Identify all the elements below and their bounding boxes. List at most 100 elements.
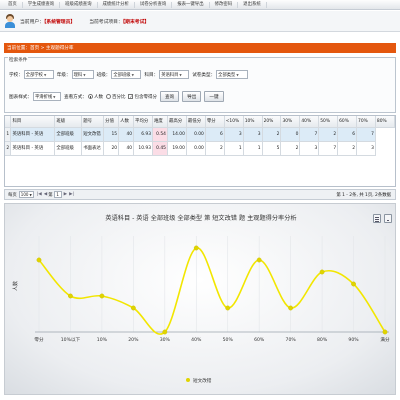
- chart-title: 英语科目 - 英语 全部班级 全部类型 第 短文改错 题 主观题得分率分析: [105, 214, 296, 222]
- include-zero-checkbox[interactable]: ✓: [128, 94, 134, 99]
- legend-marker: [186, 378, 190, 382]
- page-size-select[interactable]: 100 ▼: [18, 191, 34, 198]
- export-chart-icon[interactable]: [384, 214, 392, 223]
- column-header[interactable]: 难度: [152, 116, 168, 128]
- column-header[interactable]: 50%: [318, 116, 339, 128]
- series-line: [38, 247, 386, 335]
- x-tick-label: 50%: [223, 337, 234, 343]
- column-header[interactable]: 80%: [375, 116, 395, 128]
- school-label: 学校：: [9, 72, 23, 78]
- include-zero-label: 包含零得分: [134, 94, 157, 100]
- grade-select[interactable]: 理科 ▼: [71, 70, 94, 79]
- nav-class-scores[interactable]: 班级成绩查询: [60, 1, 98, 8]
- column-header[interactable]: 10%: [243, 116, 263, 128]
- export-button[interactable]: 导出: [182, 91, 202, 102]
- table-cell: 20: [103, 141, 120, 156]
- x-tick-label: 满分: [380, 336, 390, 343]
- table-cell: 全部班级: [54, 141, 83, 156]
- table-row[interactable]: 1 英语科目 - 英语 全部班级 短文改错 15 40 6.93 0.54 14.00 0.00 6…: [5, 127, 395, 142]
- table-cell: 3: [356, 141, 376, 156]
- nav-home[interactable]: 首页: [3, 1, 23, 8]
- table-cell: 6: [337, 127, 358, 142]
- table-cell: 0: [280, 127, 301, 142]
- column-header[interactable]: 班级: [54, 116, 83, 128]
- table-row[interactable]: 2 英语科目 - 英语 全部班级 书面表达 20 40 10.93 0.45 19.00 0.00…: [5, 141, 395, 156]
- next-page-button[interactable]: ▶: [64, 192, 67, 197]
- grade-label: 年级：: [56, 72, 71, 78]
- column-header[interactable]: 20%: [262, 116, 282, 128]
- print-chart-icon[interactable]: [373, 214, 381, 223]
- current-user: 当前用户：【系统管理员】: [20, 19, 76, 25]
- column-header[interactable]: 题号: [81, 116, 105, 128]
- x-tick-label: 40%: [191, 337, 202, 343]
- column-header[interactable]: 科目: [10, 116, 56, 128]
- column-header[interactable]: 分值: [103, 116, 120, 128]
- chevron-down-icon: ▼: [236, 72, 239, 77]
- column-header[interactable]: 最低分: [186, 116, 206, 128]
- table-cell: 6.93: [133, 127, 153, 142]
- x-tick-label: 零分: [34, 336, 44, 343]
- data-point: [225, 305, 231, 311]
- table-cell: 1: [224, 141, 244, 156]
- current-exam: 当前考试项目：【期末考试】: [89, 19, 150, 25]
- column-header[interactable]: <10%: [224, 116, 244, 128]
- column-header[interactable]: 零分: [205, 116, 225, 128]
- page-label: 第: [48, 192, 53, 198]
- class-select[interactable]: 全部班级 ▼: [111, 70, 142, 79]
- x-tick-label: 60%: [254, 337, 265, 343]
- column-header[interactable]: 最高分: [167, 116, 187, 128]
- table-cell: 短文改错: [81, 127, 105, 142]
- data-point: [130, 305, 136, 311]
- nav-score-analysis[interactable]: 成绩统计分析: [98, 1, 135, 8]
- table-cell: 14.00: [167, 127, 187, 142]
- table-cell: 3: [224, 127, 244, 142]
- table-cell: 全部班级: [54, 127, 83, 142]
- class-label: 班级：: [96, 72, 111, 78]
- paper-type-label: 试卷类型：: [192, 72, 216, 78]
- chevron-down-icon: ▼: [29, 192, 32, 197]
- table-cell: 2: [262, 127, 282, 142]
- page-input[interactable]: 1: [53, 191, 62, 198]
- chevron-down-icon: ▼: [43, 72, 47, 77]
- chart-panel: 英语科目 - 英语 全部班级 全部类型 第 短文改错 题 主观题得分率分析 人数零…: [4, 203, 396, 395]
- nav-change-password[interactable]: 修改密码: [210, 1, 239, 8]
- table-cell: 40: [118, 141, 135, 156]
- table-cell: 0.45: [152, 141, 168, 156]
- prev-page-button[interactable]: ◀: [44, 192, 47, 197]
- last-page-button[interactable]: ▶|: [69, 192, 74, 197]
- nav-paper-analysis[interactable]: 试卷分析查询: [135, 1, 173, 8]
- nav-report-export[interactable]: 报表一键导出: [172, 1, 210, 8]
- table-cell: 3: [243, 127, 263, 142]
- column-header[interactable]: 40%: [299, 116, 320, 128]
- table-cell: 0.54: [152, 127, 168, 142]
- breadcrumb: 当前位置：首页 > 主观题得分率: [4, 43, 396, 53]
- print-button[interactable]: 一键: [204, 91, 224, 102]
- first-page-button[interactable]: |◀: [37, 192, 42, 197]
- table-cell: 1: [243, 141, 263, 156]
- nav-student-scores[interactable]: 学生成绩查询: [23, 1, 61, 8]
- percent-radio[interactable]: [105, 94, 111, 99]
- column-header[interactable]: 人数: [118, 116, 135, 128]
- score-table-body: 科目 班级 题号 分值 人数 平均分 难度 最高分 最低分 零分 <10% 10% 20% 30% 40% 5…: [5, 116, 395, 156]
- subject-select[interactable]: 英语科目 ▼: [159, 70, 190, 79]
- column-header[interactable]: 30%: [280, 116, 301, 128]
- column-header[interactable]: 60%: [337, 116, 358, 128]
- nav-logout[interactable]: 退出系统: [238, 1, 267, 8]
- score-rate-chart: 英语科目 - 英语 全部班级 全部类型 第 短文改错 题 主观题得分率分析人数零…: [12, 214, 390, 384]
- data-point: [99, 293, 105, 299]
- table-cell: 15: [103, 127, 120, 142]
- page-size-label: 每页: [8, 192, 17, 198]
- column-header[interactable]: 平均分: [133, 116, 153, 128]
- paper-type-select[interactable]: 全部类型 ▼: [216, 70, 249, 79]
- data-point: [382, 329, 388, 335]
- pager: 每页 100 ▼ |◀ ◀ 第 1 ▶ ▶| 第 1 - 2条, 共 1页, 2条…: [4, 189, 396, 200]
- table-cell: 英语科目 - 英语: [10, 141, 56, 156]
- chart-type-select[interactable]: 平滑折线 ▼: [32, 92, 61, 101]
- chevron-down-icon: ▼: [179, 72, 182, 77]
- view-mode-label: 查看方式：: [63, 94, 87, 100]
- column-header[interactable]: 70%: [356, 116, 376, 128]
- people-radio[interactable]: [87, 94, 93, 99]
- query-button[interactable]: 查询: [159, 91, 180, 102]
- school-select[interactable]: 全部学校 ▼: [23, 70, 54, 79]
- table-cell: 7: [356, 127, 376, 142]
